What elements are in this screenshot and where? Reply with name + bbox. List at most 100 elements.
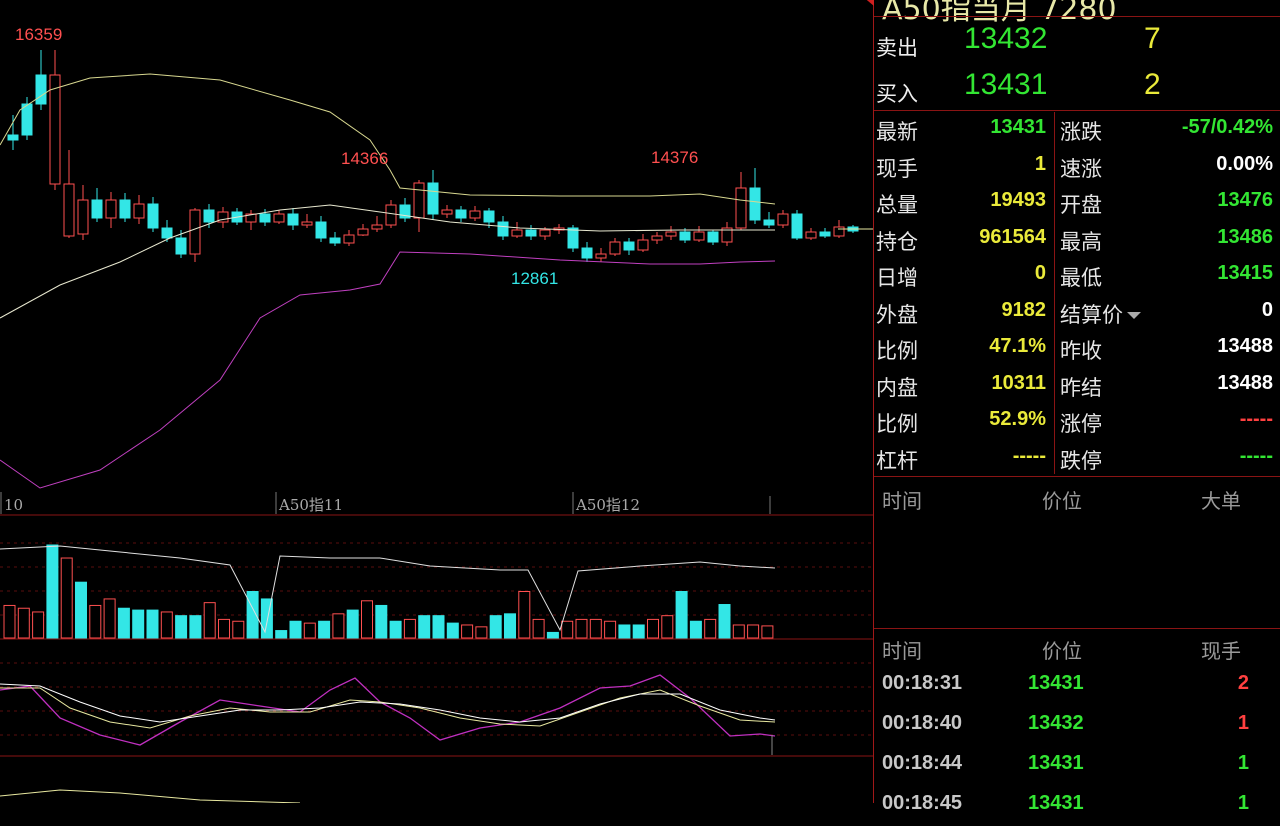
volume-bar — [518, 591, 531, 639]
volume-bar — [561, 620, 574, 639]
volume-bar — [761, 625, 774, 639]
volume-bar — [647, 618, 659, 639]
stat-label: 跌停 — [1060, 448, 1102, 473]
candle-body — [273, 213, 285, 223]
volume-bar — [289, 620, 302, 639]
divider — [874, 110, 1280, 111]
stat-value: ----- — [1239, 408, 1273, 430]
volume-bar — [218, 618, 230, 639]
stat-left-7: 内盘 10311 — [874, 368, 1052, 404]
volume-bar — [3, 604, 16, 639]
stat-value: 13476 — [1217, 189, 1273, 211]
volume-bar — [475, 626, 488, 639]
candle-body — [763, 219, 775, 226]
candle-body — [385, 204, 397, 226]
ask-row[interactable]: 卖出 13432 7 — [874, 18, 1280, 64]
boll-lower-line — [0, 251, 776, 489]
corner-marker — [862, 0, 874, 6]
stat-right-0: 涨跌 -57/0.42% — [1058, 112, 1279, 148]
divider — [874, 628, 1280, 629]
volume-bar — [718, 604, 731, 639]
candle-body — [693, 231, 705, 241]
candle-body — [497, 221, 509, 237]
stat-value: 961564 — [979, 225, 1046, 248]
volume-bar — [575, 618, 588, 639]
candle-body — [147, 203, 159, 229]
volume-bar — [432, 615, 445, 639]
header-volume: 现手 — [1201, 639, 1241, 663]
stat-label: 涨停 — [1060, 412, 1102, 436]
stat-label: 现手 — [876, 156, 918, 181]
candle-body — [749, 187, 761, 221]
candle-body — [595, 253, 607, 259]
peak-label: 14376 — [651, 148, 698, 167]
tick-price: 13431 — [1028, 792, 1084, 814]
kline-chart[interactable]: 10 A50指11 A50指12 16359 14366 14376 12861 — [0, 0, 873, 803]
tick-volume: 1 — [1237, 712, 1249, 734]
volume-bar — [146, 609, 159, 639]
candle-body — [791, 213, 803, 239]
stat-value: ----- — [1239, 444, 1273, 467]
stat-value: 0.00% — [1216, 152, 1273, 175]
candle-body — [455, 209, 467, 219]
volume-bar — [117, 607, 130, 639]
tick-row[interactable]: 00:18:45 13431 1 — [874, 786, 1280, 826]
stat-label: 杠杆 — [876, 448, 918, 473]
stat-left-5: 外盘 9182 — [874, 295, 1052, 331]
stat-label: 最高 — [1060, 229, 1102, 254]
bid-price: 13431 — [964, 68, 1048, 101]
divider — [874, 476, 1280, 477]
volume-bar — [403, 618, 416, 639]
volume-bar — [346, 609, 359, 639]
tick-row[interactable]: 00:18:40 13432 1 — [874, 706, 1280, 746]
volume-bar — [618, 624, 631, 639]
tick-row[interactable]: 00:18:44 13431 1 — [874, 746, 1280, 786]
volume-bar — [389, 620, 402, 639]
volume-bar — [461, 624, 474, 639]
volume-bar — [504, 613, 516, 639]
stat-left-1: 现手 1 — [874, 149, 1052, 185]
tick-price: 13432 — [1028, 712, 1084, 734]
stat-label: 涨跌 — [1060, 120, 1102, 144]
candle-body — [91, 199, 103, 219]
candle-body — [665, 231, 677, 237]
candle-body — [343, 234, 355, 244]
volume-bar — [489, 615, 502, 639]
candle-body — [567, 227, 579, 249]
dropdown-arrow-icon[interactable] — [1127, 312, 1141, 319]
candle-body — [623, 241, 635, 251]
tick-volume: 1 — [1237, 752, 1249, 774]
indicator-j-line — [0, 683, 776, 723]
stat-value: 13488 — [1217, 335, 1273, 357]
volume-bar — [32, 611, 45, 639]
candle-body — [7, 134, 19, 141]
tick-row[interactable]: 00:18:31 13431 2 — [874, 666, 1280, 706]
volume-bar — [17, 607, 30, 639]
volume-bar — [318, 620, 331, 639]
stat-label: 比例 — [876, 339, 918, 363]
candle-body — [427, 182, 439, 215]
candle-body — [581, 247, 593, 259]
volume-bar — [175, 615, 188, 639]
stat-value: 9182 — [1001, 298, 1047, 321]
month-label: A50指11 — [278, 496, 343, 514]
peak-label: 14366 — [341, 149, 388, 168]
volume-bar — [446, 622, 459, 639]
volume-bar — [89, 604, 102, 639]
bid-volume: 2 — [1144, 68, 1161, 101]
tick-time: 00:18:44 — [882, 752, 963, 774]
candle-body — [357, 228, 369, 236]
candle-body — [441, 209, 453, 215]
quote-panel: A50指当月 7280 卖出 13432 7 买入 13431 2 最新 1343… — [862, 0, 1280, 814]
tick-time: 00:18:31 — [882, 672, 963, 694]
header-time: 时间 — [882, 639, 922, 663]
candle-body — [21, 103, 33, 136]
bid-row[interactable]: 买入 13431 2 — [874, 64, 1280, 110]
candle-body — [133, 203, 145, 219]
header-price: 价位 — [1042, 639, 1082, 663]
stat-label[interactable]: 结算价 — [1060, 299, 1141, 329]
candle-body — [301, 221, 313, 226]
divider — [874, 16, 1280, 17]
volume-bar — [103, 598, 116, 639]
volume-bar — [75, 581, 87, 639]
